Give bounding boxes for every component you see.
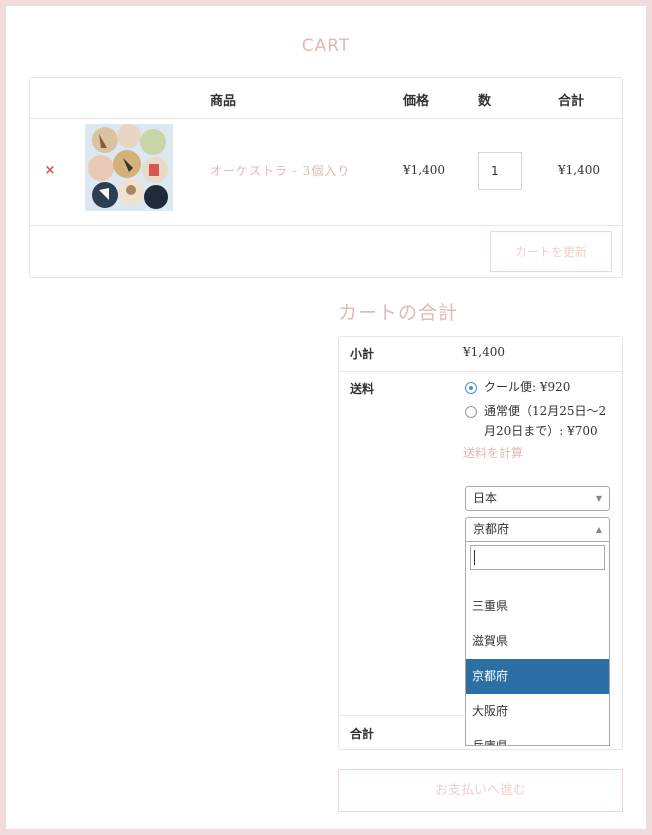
cart-item-row: × オーケストラ - 3個入り ¥1,400 1 ¥1,400 <box>30 119 622 226</box>
text-caret <box>474 550 475 565</box>
product-price: ¥1,400 <box>403 163 445 177</box>
proceed-to-checkout-button[interactable]: お支払いへ進む <box>338 769 623 812</box>
shipping-option-standard-line1[interactable]: 通常便（12月25日〜2 <box>484 401 606 421</box>
state-option[interactable]: 三重県 <box>466 589 609 624</box>
header-total: 合計 <box>558 94 585 109</box>
quantity-input[interactable]: 1 <box>478 152 522 190</box>
page-title: CART <box>301 36 351 56</box>
header-quantity: 数 <box>478 94 492 109</box>
cart-totals-table: 小計 ¥1,400 送料 クール便: ¥920 通常便（12月25日〜2 月20… <box>338 336 623 750</box>
shipping-label: 送料 <box>350 382 375 396</box>
header-product: 商品 <box>210 94 237 109</box>
update-cart-button[interactable]: カートを更新 <box>490 231 612 272</box>
product-thumbnail[interactable] <box>85 124 173 211</box>
cart-table-header: 商品 価格 数 合計 <box>30 78 622 119</box>
subtotal-value: ¥1,400 <box>463 345 505 359</box>
page: CART 商品 価格 数 合計 × オーケストラ - 3個入り ¥1,400 1… <box>6 6 646 829</box>
country-select[interactable]: 日本 ▼ <box>465 486 610 511</box>
chevron-up-icon: ▲ <box>595 525 602 534</box>
calculate-shipping-link[interactable]: 送料を計算 <box>463 444 523 461</box>
shipping-option-cool[interactable]: クール便: ¥920 <box>484 377 570 397</box>
shipping-option-standard-line2[interactable]: 月20日まで）: ¥700 <box>484 421 598 441</box>
cart-totals-title: カートの合計 <box>338 302 459 324</box>
state-option-selected[interactable]: 京都府 <box>466 659 609 694</box>
state-search-input[interactable] <box>470 545 605 570</box>
state-select[interactable]: 京都府 ▲ <box>465 517 610 542</box>
state-option[interactable]: 兵庫県 <box>466 729 609 745</box>
state-option[interactable]: 大阪府 <box>466 694 609 729</box>
shipping-radio-standard[interactable] <box>465 406 477 418</box>
divider <box>339 715 467 716</box>
state-dropdown: 三重県 滋賀県 京都府 大阪府 兵庫県 <box>465 542 610 746</box>
cart-table: 商品 価格 数 合計 × オーケストラ - 3個入り ¥1,400 1 ¥1,4… <box>29 77 623 278</box>
chevron-down-icon: ▼ <box>595 494 602 503</box>
remove-item-icon[interactable]: × <box>44 164 56 177</box>
divider <box>339 371 622 372</box>
header-price: 価格 <box>403 94 430 109</box>
product-subtotal: ¥1,400 <box>558 163 600 177</box>
country-select-value: 日本 <box>473 491 498 505</box>
shipping-radio-cool[interactable] <box>465 382 477 394</box>
state-select-value: 京都府 <box>473 522 510 536</box>
total-label: 合計 <box>350 727 375 741</box>
subtotal-label: 小計 <box>350 347 375 361</box>
product-name-link[interactable]: オーケストラ - 3個入り <box>210 162 350 179</box>
state-option[interactable]: 滋賀県 <box>466 624 609 659</box>
